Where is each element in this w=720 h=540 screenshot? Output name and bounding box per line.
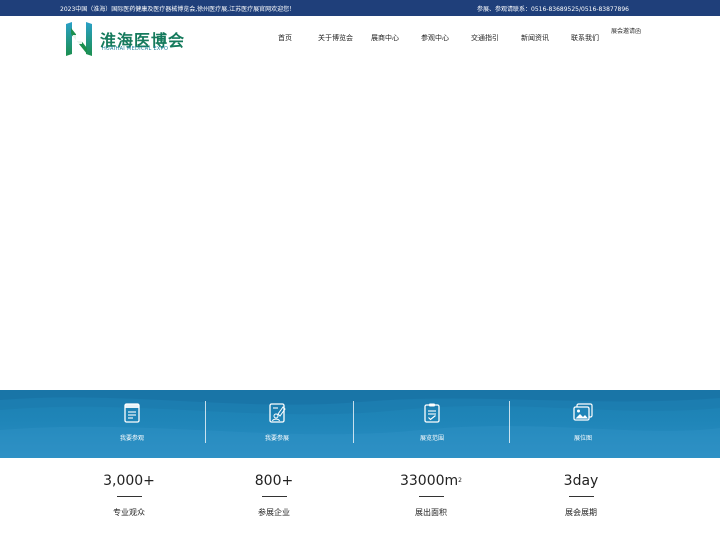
stat-underline <box>261 496 287 497</box>
stat-area-value: 33000m2 <box>399 473 462 489</box>
stat-visitors-label: 专业观众 <box>113 508 145 517</box>
contact-phone-text: 参展、参观请联系：0516-83689525/0516-83877896 <box>477 6 629 13</box>
image-gallery-icon <box>573 403 593 421</box>
quicklink-floorplan[interactable]: 展位图 <box>518 390 648 458</box>
document-list-icon <box>124 403 140 423</box>
stat-exhibitors-label: 参展企业 <box>258 508 290 517</box>
nav-item-exhibitors[interactable]: 展商中心 <box>371 33 399 43</box>
top-bar: 2023中国（淮海）国际医药健康及医疗器械博览会,徐州医疗展,江苏医疗展官网欢迎… <box>0 0 720 16</box>
checklist-icon <box>424 403 440 423</box>
stat-underline <box>418 496 444 497</box>
site-logo[interactable]: 淮海医博会 HUAIHAI MEDICAL EXPO <box>62 20 184 58</box>
welcome-text: 2023中国（淮海）国际医药健康及医疗器械博览会,徐州医疗展,江苏医疗展官网欢迎… <box>60 6 296 13</box>
nav-item-traffic[interactable]: 交通指引 <box>471 33 499 43</box>
stat-exhibitors: 800+ 参展企业 <box>199 472 349 518</box>
logo-h-mark-icon <box>66 22 92 56</box>
stat-duration: 3day 展会展期 <box>506 472 656 518</box>
quicklink-divider <box>205 401 206 443</box>
stat-visitors: 3,000+ 专业观众 <box>54 472 204 518</box>
hero-banner <box>0 60 720 390</box>
stat-area-label: 展出面积 <box>415 508 447 517</box>
quicklink-visit-label: 我要参观 <box>119 435 144 442</box>
quicklink-scope[interactable]: 展览范围 <box>367 390 497 458</box>
quicklink-exhibit-label: 我要参展 <box>264 435 289 442</box>
quicklink-divider <box>353 401 354 443</box>
quicklink-scope-label: 展览范围 <box>419 435 444 442</box>
nav-item-contact[interactable]: 联系我们 <box>571 33 599 43</box>
nav-item-news[interactable]: 新闻资讯 <box>521 33 549 43</box>
quick-links-band: 我要参观 我要参展 展览范围 展位图 <box>0 390 720 458</box>
quicklink-floorplan-label: 展位图 <box>573 435 592 442</box>
quicklink-exhibit[interactable]: 我要参展 <box>212 390 342 458</box>
quicklink-visit[interactable]: 我要参观 <box>67 390 197 458</box>
nav-item-visitors[interactable]: 参观中心 <box>421 33 449 43</box>
stat-underline <box>568 496 594 497</box>
logo-english-name: HUAIHAI MEDICAL EXPO <box>102 46 169 52</box>
stat-duration-label: 展会展期 <box>565 508 597 517</box>
stat-exhibitors-value: 800+ <box>254 473 294 489</box>
registration-form-icon <box>269 403 286 423</box>
invitation-link[interactable]: 展会邀请函 <box>611 26 641 35</box>
nav-item-home[interactable]: 首页 <box>278 33 292 43</box>
stat-visitors-value: 3,000+ <box>103 473 155 489</box>
stat-underline <box>116 496 142 497</box>
nav-item-about[interactable]: 关于博览会 <box>318 33 353 43</box>
stat-duration-value: 3day <box>563 473 599 489</box>
stat-area: 33000m2 展出面积 <box>356 472 506 518</box>
quicklink-divider <box>509 401 510 443</box>
